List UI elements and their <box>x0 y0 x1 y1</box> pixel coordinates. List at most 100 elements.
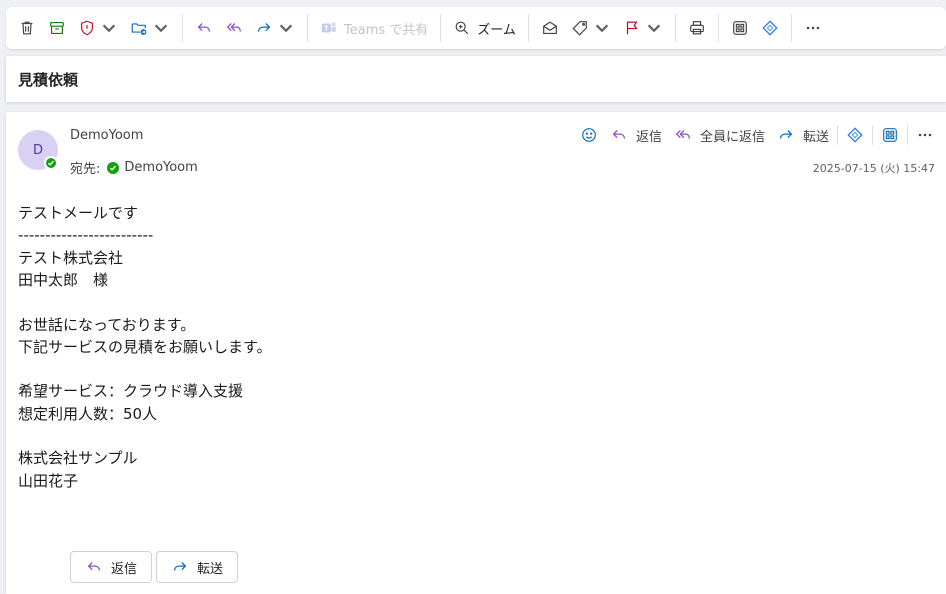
presence-available-icon <box>44 156 58 170</box>
print-button[interactable] <box>682 12 712 44</box>
archive-icon <box>50 22 64 34</box>
body-line: 希望サービス：クラウド導入支援 <box>18 382 244 401</box>
body-line: ------------------------- <box>18 226 154 245</box>
apps-grid-icon <box>733 21 747 35</box>
archive-button[interactable] <box>42 12 72 44</box>
share-to-teams-button[interactable]: Teams で共有 <box>314 12 434 44</box>
categorize-button[interactable] <box>565 12 617 44</box>
more-actions-button[interactable] <box>798 12 828 44</box>
forward-label: 転送 <box>802 129 829 145</box>
reply-all-label: 全員に返信 <box>699 129 765 145</box>
zoom-button[interactable]: ズーム <box>447 12 522 44</box>
message-body: テストメールです ------------------------- テスト株式会社… <box>18 202 272 492</box>
teams-icon <box>321 22 337 33</box>
apps-grid-icon <box>883 128 897 142</box>
reply-button[interactable]: 返信 <box>604 122 668 148</box>
body-line: お世話になっております。 <box>18 315 196 334</box>
chevron-down-icon <box>279 24 293 33</box>
forward-icon <box>779 130 793 139</box>
reply-all-button[interactable]: 全員に返信 <box>668 122 771 148</box>
more-icon <box>918 133 932 137</box>
trash-icon <box>21 21 33 35</box>
delete-button[interactable] <box>12 12 42 44</box>
to-label: 宛先: <box>70 162 101 177</box>
actions-divider <box>872 125 873 145</box>
chevron-down-icon <box>154 24 168 33</box>
reply-all-button[interactable] <box>219 12 249 44</box>
shield-alert-icon <box>81 20 93 36</box>
forward-button[interactable]: 転送 <box>771 122 835 148</box>
body-blank-line <box>18 358 272 380</box>
reaction-button[interactable] <box>574 122 604 148</box>
forward-button[interactable] <box>249 12 301 44</box>
body-blank-line <box>18 292 272 314</box>
reply-all-icon <box>675 130 690 139</box>
body-line: 田中太郎 様 <box>18 271 109 290</box>
sender-name[interactable]: DemoYoom <box>70 128 143 143</box>
recipients-line: 宛先: DemoYoom <box>70 158 198 177</box>
copilot-button[interactable] <box>755 12 785 44</box>
chevron-down-icon <box>102 24 116 33</box>
reply-button[interactable]: 返信 <box>70 551 153 583</box>
copilot-button[interactable] <box>840 122 870 148</box>
more-actions-button[interactable] <box>910 122 940 148</box>
folder-move-icon <box>131 23 147 35</box>
chevron-down-icon <box>647 24 661 33</box>
toolbar-divider <box>790 14 792 42</box>
envelope-open-icon <box>543 21 557 34</box>
toolbar-divider <box>674 14 676 42</box>
flag-icon <box>626 21 638 35</box>
email-subject: 見積依頼 <box>18 70 79 89</box>
apps-button[interactable] <box>875 122 905 148</box>
toolbar-divider <box>717 14 719 42</box>
move-to-button[interactable] <box>124 12 176 44</box>
apps-button[interactable] <box>725 12 755 44</box>
command-toolbar: Teams で共有 ズーム <box>6 7 946 49</box>
body-line: テストメールです <box>18 204 139 222</box>
message-pane: D DemoYoom 宛先: DemoYoom 2025-07-15 (火) 1… <box>6 112 946 594</box>
body-line: 株式会社サンプル <box>18 449 138 468</box>
body-line: 山田花子 <box>18 471 79 490</box>
presence-available-icon <box>107 161 120 174</box>
reply-icon <box>612 130 625 139</box>
mark-read-button[interactable] <box>535 12 565 44</box>
reply-label: 返信 <box>111 561 138 577</box>
reply-all-icon <box>226 23 241 32</box>
zoom-label: ズーム <box>477 22 516 38</box>
body-line: テスト株式会社 <box>18 248 124 267</box>
reply-button[interactable] <box>189 12 219 44</box>
chevron-down-icon <box>595 24 609 33</box>
subject-bar: 見積依頼 <box>6 56 946 102</box>
forward-label: 転送 <box>197 561 224 577</box>
forward-icon <box>257 23 271 32</box>
reply-label: 返信 <box>635 129 662 145</box>
reply-icon <box>197 23 211 32</box>
toolbar-divider <box>182 14 183 42</box>
toolbar-divider <box>527 14 529 42</box>
diamond-icon <box>847 127 863 143</box>
share-to-teams-label: Teams で共有 <box>344 22 429 38</box>
received-date: 2025-07-15 (火) 15:47 <box>812 162 935 175</box>
toolbar-divider <box>307 14 308 42</box>
tag-icon <box>572 21 587 36</box>
diamond-icon <box>762 20 778 36</box>
smiley-icon <box>582 128 596 142</box>
forward-button[interactable]: 転送 <box>156 551 239 583</box>
body-blank-line <box>18 425 272 447</box>
more-icon <box>806 26 820 30</box>
printer-icon <box>690 21 704 35</box>
flag-button[interactable] <box>617 12 669 44</box>
toolbar-divider <box>440 14 442 42</box>
body-line: 下記サービスの見積をお願いします。 <box>18 337 272 356</box>
forward-icon <box>173 562 187 571</box>
quick-reply-actions: 返信 転送 <box>70 551 242 583</box>
body-line: 想定利用人数：50人 <box>18 404 158 423</box>
message-actions: 返信 全員に返信 転送 <box>574 122 940 148</box>
reply-icon <box>87 562 101 571</box>
report-button[interactable] <box>72 12 124 44</box>
avatar-initial: D <box>32 142 43 158</box>
actions-divider <box>837 125 838 145</box>
zoom-in-icon <box>455 21 469 35</box>
recipient-name[interactable]: DemoYoom <box>124 160 197 175</box>
actions-divider <box>907 125 908 145</box>
